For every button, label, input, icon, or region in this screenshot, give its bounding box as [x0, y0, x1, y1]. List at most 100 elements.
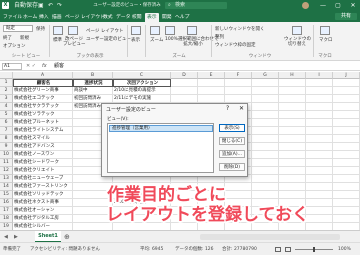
empty-cell[interactable]: [306, 199, 333, 207]
empty-cell[interactable]: [279, 183, 306, 191]
empty-cell[interactable]: [279, 191, 306, 199]
freeze-panes-button[interactable]: ウィンドウ枠の固定: [215, 42, 256, 48]
empty-cell[interactable]: [252, 135, 279, 143]
column-header[interactable]: J: [333, 72, 360, 79]
table-header-cell[interactable]: 進捗状況: [73, 79, 113, 87]
empty-cell[interactable]: [252, 127, 279, 135]
empty-cell[interactable]: [171, 79, 198, 87]
zoom-to-selection-button[interactable]: 選択範囲に合わせて 拡大/縮小: [178, 37, 219, 47]
table-cell[interactable]: 株式会社クリエイト: [13, 167, 73, 175]
switch-window-icon[interactable]: [292, 26, 302, 35]
empty-cell[interactable]: [225, 191, 252, 199]
empty-cell[interactable]: [279, 151, 306, 159]
search-box[interactable]: ⌕ 検索: [165, 2, 227, 9]
empty-cell[interactable]: [279, 175, 306, 183]
table-cell[interactable]: 株式会社ファーストリンク: [13, 183, 73, 191]
empty-cell[interactable]: [333, 135, 360, 143]
empty-cell[interactable]: [306, 151, 333, 159]
empty-cell[interactable]: [279, 143, 306, 151]
table-cell[interactable]: 2/10に見積の再提示: [113, 87, 171, 95]
empty-cell[interactable]: [252, 151, 279, 159]
empty-cell[interactable]: [333, 119, 360, 127]
table-cell[interactable]: 商談中: [73, 87, 113, 95]
empty-cell[interactable]: [252, 143, 279, 151]
show-icon[interactable]: [131, 26, 141, 35]
row-header[interactable]: 12: [0, 167, 13, 175]
table-cell[interactable]: 株式会社シードワーク: [13, 159, 73, 167]
empty-cell[interactable]: [252, 191, 279, 199]
macro-icon[interactable]: [320, 26, 330, 35]
select-all-corner[interactable]: [0, 72, 13, 79]
empty-cell[interactable]: [333, 127, 360, 135]
accessibility-status[interactable]: アクセシビリティ: 問題ありません: [30, 243, 100, 255]
empty-cell[interactable]: [333, 159, 360, 167]
empty-cell[interactable]: [333, 103, 360, 111]
empty-cell[interactable]: [306, 159, 333, 167]
row-header[interactable]: 11: [0, 159, 13, 167]
table-cell[interactable]: 2/11にデモの実施: [113, 95, 171, 103]
tab-draw[interactable]: 描画: [50, 13, 64, 22]
row-header[interactable]: 8: [0, 135, 13, 143]
empty-cell[interactable]: [225, 79, 252, 87]
row-header[interactable]: 4: [0, 103, 13, 111]
empty-cell[interactable]: [333, 143, 360, 151]
share-button[interactable]: 共有: [335, 13, 357, 20]
column-header[interactable]: E: [198, 72, 225, 79]
empty-cell[interactable]: [171, 87, 198, 95]
empty-cell[interactable]: [279, 79, 306, 87]
empty-cell[interactable]: [306, 95, 333, 103]
empty-cell[interactable]: [306, 111, 333, 119]
zoom-100-icon[interactable]: [165, 26, 175, 35]
row-header[interactable]: 1: [0, 79, 13, 87]
row-header[interactable]: 2: [0, 87, 13, 95]
empty-cell[interactable]: [279, 103, 306, 111]
empty-cell[interactable]: [225, 95, 252, 103]
page-break-icon[interactable]: [68, 26, 78, 35]
normal-view-button[interactable]: 標準: [53, 37, 62, 43]
empty-cell[interactable]: [306, 215, 333, 223]
empty-cell[interactable]: [333, 183, 360, 191]
normal-view-icon[interactable]: [53, 26, 63, 35]
options-button[interactable]: オプション: [3, 43, 26, 49]
custom-views-button[interactable]: ユーザー設定のビュー: [86, 36, 131, 42]
tab-view[interactable]: 表示: [145, 13, 159, 22]
empty-cell[interactable]: [252, 95, 279, 103]
zoom-button[interactable]: ズーム: [150, 37, 163, 43]
row-header[interactable]: 3: [0, 95, 13, 103]
table-cell[interactable]: 株式会社オーシャン: [13, 207, 73, 215]
add-view-button[interactable]: 追加(A)...: [219, 150, 245, 158]
horizontal-scrollbar[interactable]: [200, 234, 340, 240]
empty-cell[interactable]: [279, 127, 306, 135]
column-header[interactable]: G: [252, 72, 279, 79]
zoom-100-button[interactable]: 100%: [165, 37, 178, 42]
empty-cell[interactable]: [333, 111, 360, 119]
empty-cell[interactable]: [279, 167, 306, 175]
table-cell[interactable]: 株式会社ライトシステム: [13, 127, 73, 135]
empty-cell[interactable]: [279, 111, 306, 119]
table-cell[interactable]: 株式会社ソリッドテック: [13, 191, 73, 199]
empty-cell[interactable]: [252, 175, 279, 183]
column-header[interactable]: F: [225, 72, 252, 79]
zoom-to-selection-icon[interactable]: [187, 26, 197, 35]
zoom-level[interactable]: 100%: [338, 243, 351, 255]
name-box[interactable]: A1: [2, 63, 22, 70]
empty-cell[interactable]: [306, 167, 333, 175]
empty-cell[interactable]: [306, 103, 333, 111]
new-button[interactable]: 新規: [20, 35, 29, 41]
table-cell[interactable]: 株式会社アドバンス: [13, 143, 73, 151]
empty-cell[interactable]: [306, 127, 333, 135]
row-header[interactable]: 13: [0, 175, 13, 183]
table-cell[interactable]: 株式会社デジタル工房: [13, 215, 73, 223]
empty-cell[interactable]: [279, 119, 306, 127]
page-layout-button[interactable]: ページ レイアウト: [86, 28, 123, 34]
sheet-tab[interactable]: Sheet1: [35, 231, 61, 242]
empty-cell[interactable]: [333, 87, 360, 95]
empty-cell[interactable]: [333, 167, 360, 175]
delete-view-button[interactable]: 削除(D): [219, 163, 245, 171]
empty-cell[interactable]: [306, 175, 333, 183]
row-header[interactable]: 17: [0, 207, 13, 215]
page-layout-icon[interactable]: [285, 247, 291, 252]
formula-cancel-icon[interactable]: ✕ ✓: [26, 62, 36, 71]
empty-cell[interactable]: [306, 119, 333, 127]
exit-button[interactable]: 終了: [3, 35, 12, 41]
